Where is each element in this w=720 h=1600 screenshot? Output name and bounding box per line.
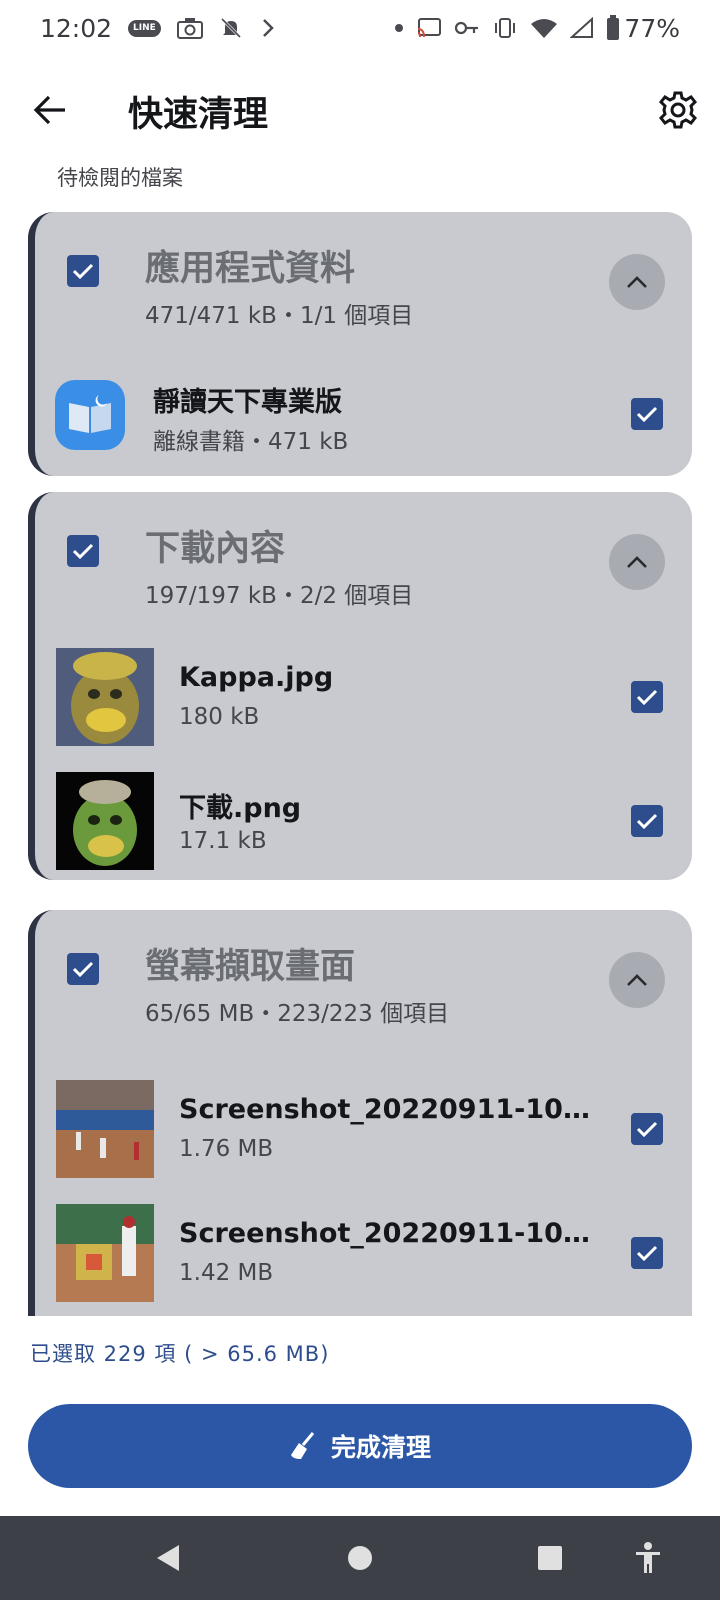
item-checkbox[interactable]	[631, 805, 663, 837]
item-checkbox[interactable]	[631, 1113, 663, 1145]
item-name: 靜讀天下專業版	[153, 387, 342, 418]
chevron-up-icon	[627, 974, 647, 986]
thumbnail	[56, 1080, 154, 1178]
check-icon	[636, 406, 658, 423]
collapse-button[interactable]	[609, 534, 665, 590]
group-header: 螢幕擷取畫面 65/65 MB・223/223 個項目	[35, 910, 692, 1046]
section-label: 待檢閱的檔案	[57, 166, 183, 190]
cast-icon	[416, 17, 442, 39]
group-title: 下載內容	[145, 529, 286, 569]
file-group-list[interactable]: 應用程式資料 471/471 kB・1/1 個項目 靜讀天下專業版 離線書籍・4…	[0, 212, 720, 1316]
book-icon	[69, 395, 111, 433]
group-subtitle: 197/197 kB・2/2 個項目	[145, 583, 414, 609]
square-recents-icon	[538, 1546, 562, 1570]
list-item[interactable]: 靜讀天下專業版 離線書籍・471 kB	[35, 380, 692, 455]
chevron-right-icon	[259, 17, 277, 39]
broom-icon	[290, 1432, 315, 1459]
thumbnail	[56, 772, 154, 870]
wifi-icon	[530, 17, 558, 39]
app-bar: 快速清理	[0, 70, 720, 150]
group-checkbox[interactable]	[67, 953, 99, 985]
key-icon	[454, 20, 480, 36]
vibrate-icon	[492, 16, 518, 40]
item-meta: 180 kB	[179, 704, 260, 730]
chevron-up-icon	[627, 276, 647, 288]
check-icon	[636, 1245, 658, 1262]
item-meta: 1.76 MB	[179, 1136, 274, 1162]
settings-button[interactable]	[656, 88, 700, 132]
group-app-data: 應用程式資料 471/471 kB・1/1 個項目 靜讀天下專業版 離線書籍・4…	[28, 212, 692, 476]
finish-cleanup-button[interactable]: 完成清理	[28, 1404, 692, 1488]
group-checkbox[interactable]	[67, 535, 99, 567]
back-button[interactable]	[28, 88, 72, 132]
collapse-button[interactable]	[609, 254, 665, 310]
group-checkbox[interactable]	[67, 255, 99, 287]
finish-cleanup-label: 完成清理	[330, 1433, 431, 1462]
item-checkbox[interactable]	[631, 681, 663, 713]
check-icon	[636, 689, 658, 706]
circle-home-icon	[348, 1546, 372, 1570]
battery-percent: 77%	[624, 13, 680, 43]
app-icon	[55, 380, 125, 450]
triangle-back-icon	[157, 1545, 179, 1571]
item-name: Screenshot_20220911-105830-...	[179, 1094, 599, 1125]
arrow-left-icon	[33, 95, 65, 125]
check-icon	[72, 961, 94, 978]
group-header: 應用程式資料 471/471 kB・1/1 個項目	[35, 212, 692, 348]
item-name: Screenshot_20220911-105755....	[179, 1218, 599, 1249]
list-item[interactable]: 下載.png 17.1 kB	[35, 772, 692, 872]
group-subtitle: 471/471 kB・1/1 個項目	[145, 303, 414, 329]
gear-icon	[658, 91, 698, 129]
download-image	[56, 772, 154, 870]
item-meta: 17.1 kB	[179, 828, 267, 854]
nav-recents-button[interactable]	[528, 1538, 572, 1578]
chevron-up-icon	[627, 556, 647, 568]
group-screenshots: 螢幕擷取畫面 65/65 MB・223/223 個項目 Screenshot_2…	[28, 910, 692, 1316]
screenshot-image	[56, 1204, 154, 1302]
item-name: Kappa.jpg	[179, 662, 334, 693]
check-icon	[636, 1121, 658, 1138]
accessibility-icon	[636, 1542, 660, 1573]
status-bar: 12:02 LINE 77%	[0, 0, 720, 56]
list-item[interactable]: Screenshot_20220911-105830-... 1.76 MB	[35, 1080, 692, 1180]
check-icon	[636, 813, 658, 830]
group-downloads: 下載內容 197/197 kB・2/2 個項目 Kappa.jpg 180 kB	[28, 492, 692, 880]
group-subtitle: 65/65 MB・223/223 個項目	[145, 1001, 450, 1027]
item-checkbox[interactable]	[631, 398, 663, 430]
group-header: 下載內容 197/197 kB・2/2 個項目	[35, 492, 692, 628]
accessibility-button[interactable]	[626, 1538, 670, 1578]
line-icon: LINE	[128, 19, 161, 37]
camera-icon	[176, 17, 203, 39]
thumbnail	[56, 1204, 154, 1302]
bell-off-icon	[219, 16, 243, 40]
kappa-image	[56, 648, 154, 746]
item-checkbox[interactable]	[631, 1237, 663, 1269]
item-meta: 1.42 MB	[179, 1260, 274, 1286]
screenshot-image	[56, 1080, 154, 1178]
collapse-button[interactable]	[609, 952, 665, 1008]
group-title: 螢幕擷取畫面	[145, 947, 356, 987]
system-nav-bar	[0, 1516, 720, 1600]
selected-summary: 已選取 229 項 ( > 65.6 MB)	[30, 1342, 330, 1366]
status-time: 12:02	[40, 13, 113, 43]
nav-back-button[interactable]	[146, 1538, 190, 1578]
list-item[interactable]: Screenshot_20220911-105755.... 1.42 MB	[35, 1204, 692, 1304]
item-name: 下載.png	[179, 793, 302, 824]
check-icon	[72, 543, 94, 560]
thumbnail	[56, 648, 154, 746]
page-title: 快速清理	[128, 95, 269, 135]
item-meta: 離線書籍・471 kB	[153, 429, 349, 455]
battery-icon	[606, 15, 620, 41]
signal-icon	[570, 17, 594, 39]
check-icon	[72, 263, 94, 280]
list-item[interactable]: Kappa.jpg 180 kB	[35, 648, 692, 748]
dot-icon	[394, 23, 404, 33]
nav-home-button[interactable]	[338, 1538, 382, 1578]
group-title: 應用程式資料	[145, 249, 356, 289]
line-badge-text: LINE	[128, 19, 161, 37]
